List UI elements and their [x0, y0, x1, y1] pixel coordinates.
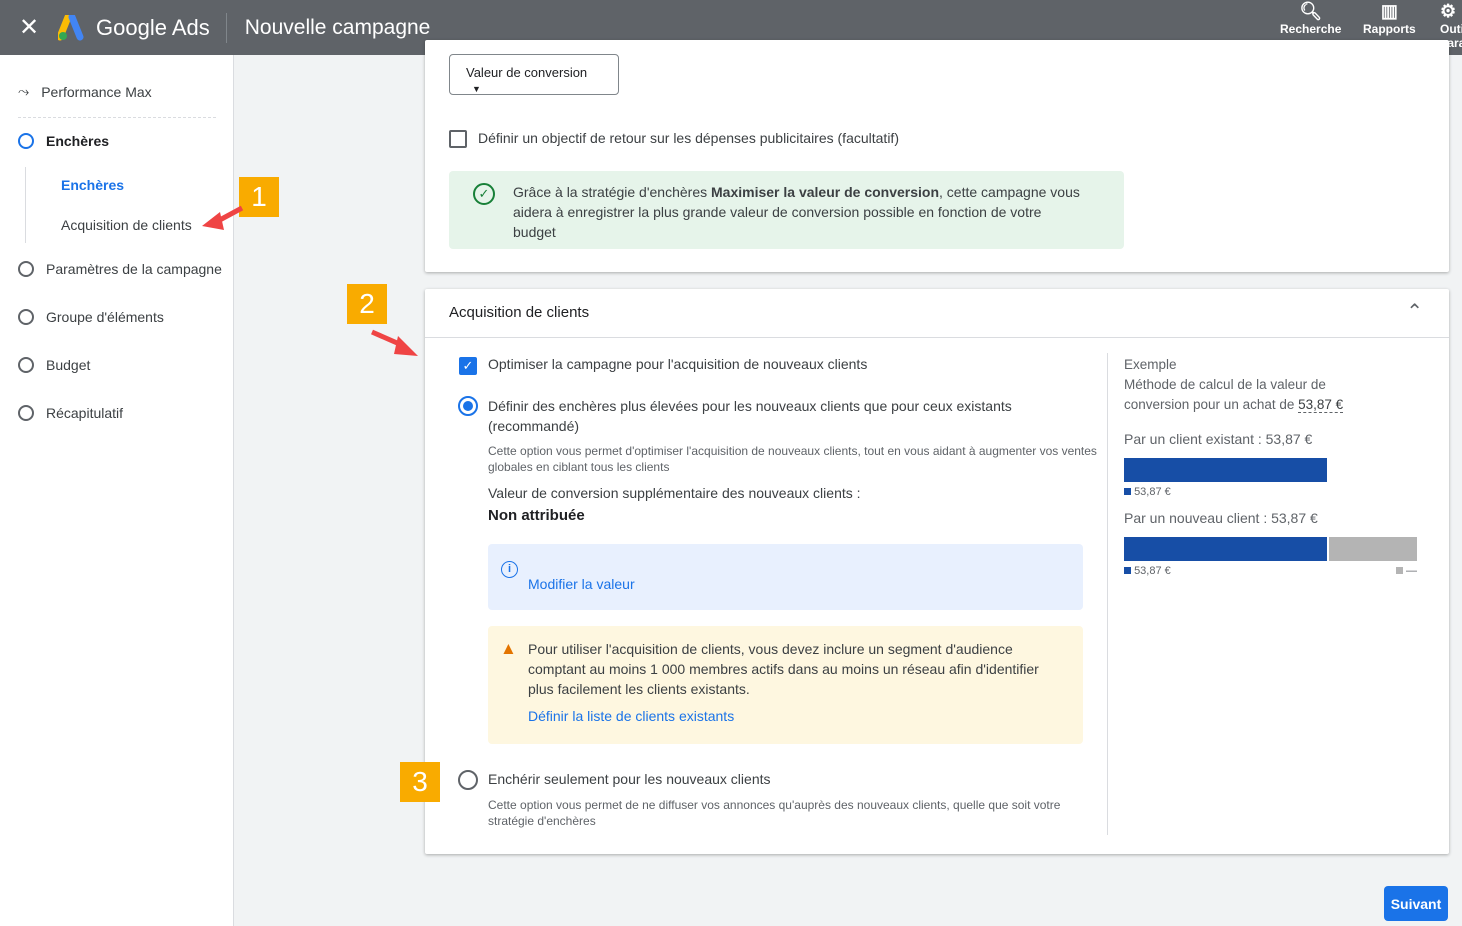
- extra-value-label: Valeur de conversion supplémentaire des …: [488, 485, 861, 501]
- sidebar-item-label: Groupe d'éléments: [46, 309, 164, 325]
- annotation-badge: 3: [400, 762, 440, 802]
- optimize-checkbox[interactable]: ✓: [459, 357, 477, 375]
- existing-value: 53,87 €: [1134, 486, 1171, 498]
- legend-swatch: [1124, 567, 1131, 574]
- roas-label: Définir un objectif de retour sur les dé…: [478, 130, 899, 146]
- divider: [25, 167, 26, 243]
- annotation-badge: 2: [347, 284, 387, 324]
- reports-button[interactable]: ▥ Rapports: [1363, 0, 1416, 36]
- sidebar-item-label: Budget: [46, 357, 91, 373]
- legend-swatch: [1124, 488, 1131, 495]
- option-new-only-label: Enchérir seulement pour les nouveaux cli…: [488, 771, 771, 787]
- new-extra-bar: [1329, 537, 1417, 561]
- option-higher-bids-desc: Cette option vous permet d'optimiser l'a…: [488, 444, 1097, 474]
- page-title: Nouvelle campagne: [244, 15, 431, 39]
- annotation-arrow: [370, 329, 418, 356]
- roas-checkbox[interactable]: [449, 130, 467, 148]
- extra-value: Non attribuée: [488, 507, 585, 524]
- legend-swatch: [1395, 567, 1403, 574]
- info-bold: Maximiser la valeur de conversion: [711, 184, 940, 200]
- search-icon: 🔍︎: [1299, 1, 1323, 21]
- divider: [18, 117, 216, 118]
- option-new-only-radio[interactable]: [458, 770, 478, 790]
- sidebar-item-label: Paramètres de la campagne: [46, 261, 222, 277]
- existing-label: Par un client existant : 53,87 €: [1124, 431, 1313, 447]
- logo-text: Google Ads: [96, 14, 210, 40]
- info-icon: i: [501, 561, 518, 578]
- performance-icon: ⤳: [18, 83, 30, 99]
- existing-bar: [1124, 458, 1327, 482]
- campaign-type-label: Performance Max: [41, 83, 152, 100]
- warning-text: Pour utiliser l'acquisition de clients, …: [528, 641, 1039, 697]
- option-higher-bids-label: Définir des enchères plus élevées pour l…: [488, 398, 1012, 434]
- divider: [425, 337, 1449, 338]
- sidebar-subitem-encheres[interactable]: Enchères: [61, 177, 124, 193]
- step-circle-icon: [18, 261, 34, 277]
- optimize-label: Optimiser la campagne pour l'acquisition…: [488, 356, 868, 372]
- step-circle-icon: [18, 133, 34, 149]
- search-button[interactable]: 🔍︎ Recherche: [1280, 0, 1341, 36]
- new-label: Par un nouveau client : 53,87 €: [1124, 510, 1318, 526]
- warning-box: ▲ Pour utiliser l'acquisition de clients…: [488, 626, 1083, 744]
- chevron-up-icon[interactable]: ⌃: [1406, 299, 1423, 324]
- dropdown-value: Valeur de conversion: [466, 65, 588, 80]
- sidebar-item-recapitulatif[interactable]: Récapitulatif: [18, 405, 123, 421]
- divider: [1107, 353, 1108, 835]
- new-extra-value: —: [1406, 565, 1417, 577]
- sidebar-item-groupe[interactable]: Groupe d'éléments: [18, 309, 164, 325]
- modify-value-link[interactable]: Modifier la valeur: [528, 576, 635, 592]
- reports-label: Rapports: [1363, 22, 1416, 36]
- sidebar-item-encheres[interactable]: Enchères: [18, 133, 109, 149]
- sidebar-item-parametres[interactable]: Paramètres de la campagne: [18, 261, 222, 277]
- acquisition-card: Acquisition de clients ⌃ ✓ Optimiser la …: [425, 289, 1449, 854]
- sidebar-item-label: Récapitulatif: [46, 405, 124, 421]
- sidebar: ⤳ Performance Max Enchères Enchères Acqui…: [0, 55, 234, 926]
- define-list-link[interactable]: Définir la liste de clients existants: [528, 706, 1063, 726]
- info-text: Grâce à la stratégie d'enchères: [513, 184, 712, 200]
- option-higher-bids-radio[interactable]: [458, 396, 478, 416]
- new-base-bar: [1124, 537, 1327, 561]
- caret-down-icon: ▼: [472, 84, 481, 94]
- search-label: Recherche: [1280, 22, 1342, 36]
- google-ads-logo: Google Ads: [58, 12, 227, 43]
- check-circle-icon: ✓: [473, 183, 495, 205]
- example-amount[interactable]: 53,87 €: [1298, 397, 1344, 413]
- warning-icon: ▲: [500, 639, 517, 658]
- sidebar-item-label: Enchères: [46, 133, 110, 149]
- sidebar-item-budget[interactable]: Budget: [18, 357, 90, 373]
- next-button[interactable]: Suivant: [1384, 886, 1448, 921]
- sidebar-subitem-acquisition[interactable]: Acquisition de clients: [61, 217, 192, 233]
- annotation-arrow: [202, 205, 244, 230]
- campaign-type: ⤳ Performance Max: [18, 83, 152, 100]
- example-desc: Méthode de calcul de la valeur de conver…: [1124, 377, 1326, 412]
- close-icon[interactable]: ✕: [0, 13, 58, 42]
- new-value: 53,87 €: [1134, 565, 1171, 577]
- step-circle-icon: [18, 357, 34, 373]
- info-banner: ✓ Grâce à la stratégie d'enchères Maximi…: [449, 171, 1124, 249]
- example-panel: Exemple Méthode de calcul de la valeur d…: [1124, 355, 1424, 578]
- step-circle-icon: [18, 405, 34, 421]
- section-title: Acquisition de clients: [449, 304, 590, 321]
- modify-value-box: i Modifier la valeur: [488, 544, 1083, 610]
- conversion-dropdown[interactable]: Valeur de conversion ▼: [449, 54, 619, 95]
- reports-icon: ▥: [1380, 1, 1398, 21]
- option-new-only-desc: Cette option vous permet de ne diffuser …: [488, 798, 1061, 828]
- step-circle-icon: [18, 309, 34, 325]
- example-heading: Exemple: [1124, 357, 1177, 372]
- bidding-card: Valeur de conversion ▼ Définir un object…: [425, 40, 1449, 272]
- tools-icon: ⚙: [1440, 1, 1457, 21]
